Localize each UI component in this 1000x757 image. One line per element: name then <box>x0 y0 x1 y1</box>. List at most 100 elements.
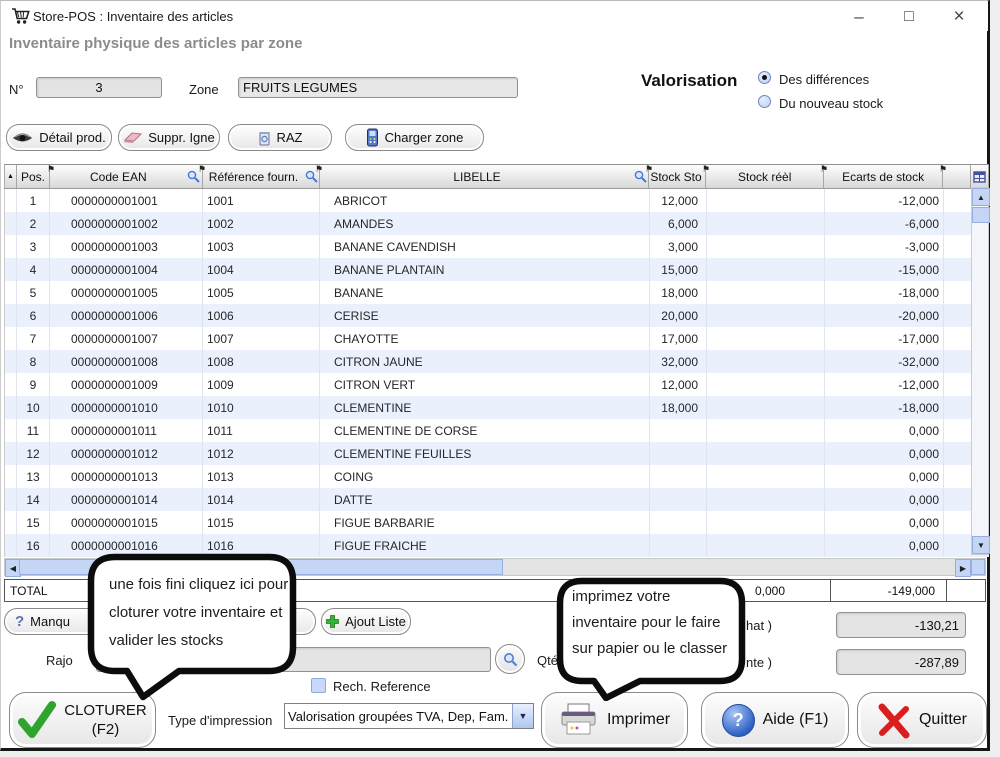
header-pos[interactable]: Pos. <box>17 165 50 188</box>
table-corner-button[interactable] <box>971 165 989 188</box>
table-row[interactable]: 4 0000000001004 1004 BANANE PLANTAIN 15,… <box>5 258 989 281</box>
cell-stock: 15,000 <box>650 258 707 281</box>
cell-ean: 0000000001013 <box>50 465 203 488</box>
table-row[interactable]: 14 0000000001014 1014 DATTE 0,000 <box>5 488 989 511</box>
cell-marker <box>5 235 17 258</box>
raz-label: RAZ <box>277 130 303 145</box>
cell-reel <box>707 442 825 465</box>
cell-ean: 0000000001003 <box>50 235 203 258</box>
cell-reel <box>707 419 825 442</box>
table-row[interactable]: 1 0000000001001 1001 ABRICOT 12,000 -12,… <box>5 189 989 212</box>
cell-ecarts: 0,000 <box>825 419 944 442</box>
scroll-right-button[interactable]: ▶ <box>955 559 971 577</box>
cell-marker <box>5 488 17 511</box>
minimize-button[interactable]: – <box>839 5 879 29</box>
dropdown-button[interactable]: ▼ <box>512 704 533 728</box>
header-ecarts[interactable]: Ecarts de stock <box>824 165 943 188</box>
cell-libelle: BANANE PLANTAIN <box>320 258 650 281</box>
cell-ean: 0000000001006 <box>50 304 203 327</box>
right-arrow-icon: ▶ <box>960 564 966 573</box>
maximize-button[interactable]: □ <box>889 5 929 29</box>
cell-stock <box>650 511 707 534</box>
quitter-label: Quitter <box>919 711 967 729</box>
cell-ref: 1013 <box>203 465 320 488</box>
num-label: N° <box>9 82 24 97</box>
vertical-scrollbar[interactable]: ▲ ▼ <box>971 187 989 555</box>
detail-prod-button[interactable]: Détail prod. <box>6 124 112 151</box>
radio-du-nouveau-stock[interactable] <box>758 95 771 108</box>
chevron-down-icon: ▼ <box>519 711 528 721</box>
cell-reel <box>707 189 825 212</box>
type-impression-label: Type d'impression <box>168 713 272 728</box>
cell-ref: 1010 <box>203 396 320 419</box>
cloturer-key-label: (F2) <box>92 721 120 738</box>
cell-stock: 12,000 <box>650 189 707 212</box>
aide-label: Aide (F1) <box>763 711 829 729</box>
cell-ean: 0000000001001 <box>50 189 203 212</box>
table-row[interactable]: 12 0000000001012 1012 CLEMENTINE FEUILLE… <box>5 442 989 465</box>
ajout-liste-button[interactable]: Ajout Liste <box>321 608 411 635</box>
title-bar: Store-POS : Inventaire des articles – □ … <box>1 1 988 31</box>
header-stock-reel[interactable]: Stock réèl <box>706 165 824 188</box>
scrollbar-corner <box>971 559 985 575</box>
radio-des-differences[interactable] <box>758 71 771 84</box>
column-pin-icon: ⚑ <box>645 165 653 174</box>
cell-libelle: CERISE <box>320 304 650 327</box>
cell-stock: 20,000 <box>650 304 707 327</box>
table-row[interactable]: 2 0000000001002 1002 AMANDES 6,000 -6,00… <box>5 212 989 235</box>
cell-libelle: AMANDES <box>320 212 650 235</box>
cell-pos: 7 <box>17 327 50 350</box>
charger-zone-button[interactable]: Charger zone <box>345 124 484 151</box>
cart-icon <box>11 7 30 25</box>
cell-ean: 0000000001009 <box>50 373 203 396</box>
table-row[interactable]: 5 0000000001005 1005 BANANE 18,000 -18,0… <box>5 281 989 304</box>
cell-filler <box>944 373 972 396</box>
table-body: 1 0000000001001 1001 ABRICOT 12,000 -12,… <box>4 189 989 557</box>
table-row[interactable]: 8 0000000001008 1008 CITRON JAUNE 32,000… <box>5 350 989 373</box>
rech-reference-checkbox[interactable] <box>311 678 326 693</box>
table-row[interactable]: 13 0000000001013 1013 COING 0,000 <box>5 465 989 488</box>
cell-marker <box>5 396 17 419</box>
cell-filler <box>944 212 972 235</box>
cell-libelle: CITRON VERT <box>320 373 650 396</box>
type-impression-select[interactable]: Valorisation groupées TVA, Dep, Fam. ▼ <box>284 703 534 729</box>
cell-reel <box>707 511 825 534</box>
cell-ecarts: -18,000 <box>825 396 944 419</box>
table-row[interactable]: 11 0000000001011 1011 CLEMENTINE DE CORS… <box>5 419 989 442</box>
table-row[interactable]: 7 0000000001007 1007 CHAYOTTE 17,000 -17… <box>5 327 989 350</box>
num-field[interactable]: 3 <box>36 77 162 98</box>
raz-button[interactable]: RAZ <box>228 124 332 151</box>
header-reference[interactable]: Référence fourn. <box>203 165 320 188</box>
header-libelle[interactable]: LIBELLE <box>320 165 650 188</box>
scroll-up-button[interactable]: ▲ <box>972 188 990 206</box>
suppr-ligne-button[interactable]: Suppr. Igne <box>118 124 220 151</box>
radio-des-differences-label: Des différences <box>779 72 869 87</box>
cell-ref: 1001 <box>203 189 320 212</box>
header-code-ean[interactable]: Code EAN <box>50 165 203 188</box>
up-arrow-icon: ▲ <box>977 193 985 202</box>
quitter-button[interactable]: Quitter <box>857 692 987 748</box>
cell-ref: 1006 <box>203 304 320 327</box>
table-row[interactable]: 10 0000000001010 1010 CLEMENTINE 18,000 … <box>5 396 989 419</box>
cell-libelle: CLEMENTINE DE CORSE <box>320 419 650 442</box>
cell-pos: 4 <box>17 258 50 281</box>
vertical-scroll-thumb[interactable] <box>972 207 990 223</box>
close-button[interactable]: × <box>939 5 979 29</box>
callout-text: imprimez votre <box>572 588 670 605</box>
cell-marker <box>5 281 17 304</box>
cell-marker <box>5 442 17 465</box>
search-button[interactable] <box>495 644 525 674</box>
scroll-down-button[interactable]: ▼ <box>972 536 990 554</box>
sort-header[interactable]: ▲ <box>5 165 17 188</box>
rajout-label: Rajo <box>46 653 73 668</box>
table-row[interactable]: 9 0000000001009 1009 CITRON VERT 12,000 … <box>5 373 989 396</box>
cell-ecarts: 0,000 <box>825 511 944 534</box>
table-row[interactable]: 6 0000000001006 1006 CERISE 20,000 -20,0… <box>5 304 989 327</box>
qte-label: Qté <box>537 653 558 668</box>
zone-field[interactable]: FRUITS LEGUMES <box>238 77 518 98</box>
cell-ecarts: -15,000 <box>825 258 944 281</box>
cell-libelle: CHAYOTTE <box>320 327 650 350</box>
table-row[interactable]: 15 0000000001015 1015 FIGUE BARBARIE 0,0… <box>5 511 989 534</box>
table-row[interactable]: 3 0000000001003 1003 BANANE CAVENDISH 3,… <box>5 235 989 258</box>
header-stock[interactable]: Stock Sto <box>649 165 706 188</box>
